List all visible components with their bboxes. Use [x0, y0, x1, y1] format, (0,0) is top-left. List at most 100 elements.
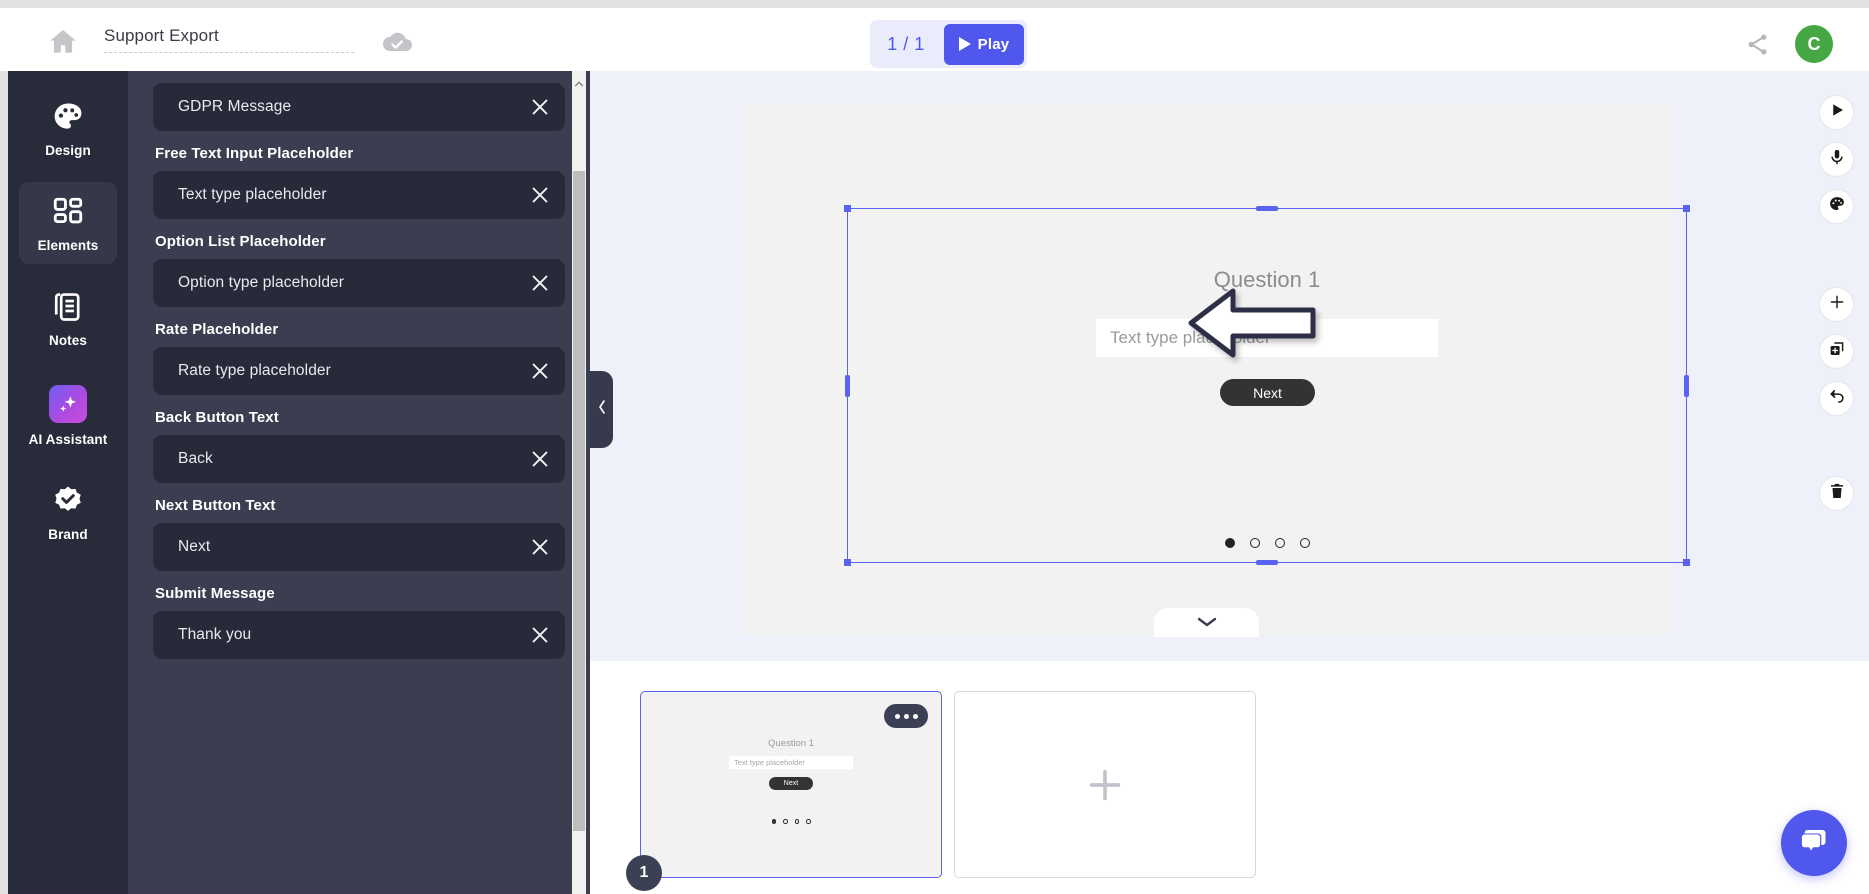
pagination-dot[interactable]: [1249, 538, 1260, 548]
answer-input[interactable]: Text type placeholder: [1096, 319, 1438, 357]
sidebar-item-elements[interactable]: Elements: [19, 182, 117, 264]
slide-tray: Question 1 Text type placeholder Next 1: [590, 661, 1869, 894]
field-label-option-list: Option List Placeholder: [155, 233, 326, 250]
sidebar-item-design[interactable]: Design: [19, 87, 117, 169]
next-button[interactable]: Next: [1220, 379, 1315, 406]
add-element-button[interactable]: [1819, 287, 1854, 322]
play-controls: 1 / 1 Play: [870, 20, 1027, 68]
field-rate-placeholder[interactable]: Rate type placeholder: [153, 347, 565, 395]
resize-handle-bottom-left[interactable]: [844, 559, 851, 566]
field-value: Back: [178, 450, 213, 467]
chat-support-button[interactable]: [1781, 810, 1847, 876]
collapse-tray-button[interactable]: [1154, 608, 1259, 637]
resize-handle-bottom-right[interactable]: [1683, 559, 1690, 566]
grid-icon: [51, 195, 85, 229]
field-value: Thank you: [178, 626, 252, 643]
slide-number: 1: [639, 864, 649, 881]
thumb-dot: [794, 819, 799, 824]
canvas-toolbar: [1819, 95, 1854, 511]
notes-icon: [51, 290, 85, 324]
slide-thumbnail[interactable]: Question 1 Text type placeholder Next 1: [626, 691, 942, 891]
cloud-check-icon: [375, 30, 415, 56]
pagination-dot[interactable]: [1299, 538, 1310, 548]
field-back-button-text[interactable]: Back: [153, 435, 565, 483]
thumb-next-label: Next: [783, 780, 799, 787]
sidebar-item-notes[interactable]: Notes: [19, 277, 117, 359]
project-title: Support Export: [104, 26, 219, 45]
slide-number-badge: 1: [626, 855, 662, 891]
field-value: Text type placeholder: [178, 186, 327, 203]
avatar[interactable]: C: [1795, 25, 1833, 63]
avatar-initial: C: [1807, 33, 1821, 54]
field-value: Option type placeholder: [178, 274, 345, 291]
resize-handle-left[interactable]: [845, 374, 850, 397]
collapse-panel-button[interactable]: [590, 371, 613, 448]
field-label-submit-message: Submit Message: [155, 585, 275, 602]
field-free-text-placeholder[interactable]: Text type placeholder: [153, 171, 565, 219]
field-submit-message[interactable]: Thank you: [153, 611, 565, 659]
field-value: Rate type placeholder: [178, 362, 331, 379]
resize-handle-top[interactable]: [1256, 206, 1278, 211]
thumb-next-button: Next: [769, 777, 813, 790]
question-title: Question 1: [1213, 267, 1321, 292]
field-option-list-placeholder[interactable]: Option type placeholder: [153, 259, 565, 307]
pagination-dot[interactable]: [1224, 538, 1235, 548]
sidebar-item-label: Elements: [37, 238, 99, 253]
close-icon[interactable]: [529, 624, 551, 646]
play-icon: [958, 37, 971, 51]
top-bar: Support Export 1 / 1 Play C: [0, 8, 1869, 71]
page-indicator: 1 / 1: [887, 33, 925, 54]
app-root: Support Export 1 / 1 Play C Design Eleme…: [0, 0, 1869, 894]
close-icon[interactable]: [529, 536, 551, 558]
properties-panel: GDPR Message Free Text Input Placeholder…: [128, 71, 590, 894]
record-voice-button[interactable]: [1819, 142, 1854, 177]
preview-button[interactable]: [1819, 95, 1854, 130]
field-label-next-button: Next Button Text: [155, 497, 276, 514]
canvas-stage: Question 1 Text type placeholder Next: [590, 71, 1869, 661]
sidebar-item-ai-assistant[interactable]: AI Assistant: [19, 372, 117, 458]
duplicate-button[interactable]: [1819, 334, 1854, 369]
play-button[interactable]: Play: [944, 23, 1024, 65]
selection-box[interactable]: Question 1 Text type placeholder Next: [844, 205, 1690, 566]
badge-check-icon: [51, 484, 85, 518]
delete-button[interactable]: [1819, 476, 1854, 511]
pagination-dot[interactable]: [1274, 538, 1285, 548]
theme-button[interactable]: [1819, 189, 1854, 224]
undo-button[interactable]: [1819, 381, 1854, 416]
slide-canvas[interactable]: Question 1 Text type placeholder Next: [740, 104, 1690, 637]
close-icon[interactable]: [529, 360, 551, 382]
sidebar-item-label: Notes: [48, 333, 87, 348]
chevron-left-icon: [596, 399, 608, 420]
title-underline: [104, 52, 354, 53]
resize-handle-top-left[interactable]: [844, 205, 851, 212]
field-label-back-button: Back Button Text: [155, 409, 279, 426]
field-label-free-text: Free Text Input Placeholder: [155, 145, 354, 162]
sidebar-item-brand[interactable]: Brand: [19, 471, 117, 553]
share-icon[interactable]: [1745, 32, 1770, 57]
next-button-label: Next: [1253, 384, 1282, 401]
close-icon[interactable]: [529, 272, 551, 294]
chevron-up-icon[interactable]: [574, 76, 584, 87]
field-gdpr-message[interactable]: GDPR Message: [153, 83, 565, 131]
thumb-answer-placeholder: Text type placeholder: [734, 758, 805, 767]
more-options-icon: [912, 713, 918, 719]
field-label-rate: Rate Placeholder: [155, 321, 279, 338]
thumb-answer-input: Text type placeholder: [729, 756, 853, 769]
thumb-question-title: Question 1: [768, 738, 814, 749]
field-value: Next: [178, 538, 211, 555]
resize-handle-bottom[interactable]: [1256, 560, 1278, 565]
resize-handle-right[interactable]: [1684, 374, 1689, 397]
close-icon[interactable]: [529, 448, 551, 470]
project-title-field[interactable]: Support Export: [104, 26, 354, 53]
add-slide-button[interactable]: [954, 691, 1256, 878]
play-button-label: Play: [977, 35, 1010, 53]
close-icon[interactable]: [529, 184, 551, 206]
field-next-button-text[interactable]: Next: [153, 523, 565, 571]
home-icon[interactable]: [47, 26, 79, 54]
slide-options-button[interactable]: [884, 704, 928, 728]
resize-handle-top-right[interactable]: [1683, 205, 1690, 212]
panel-scrollbar[interactable]: [572, 71, 586, 894]
palette-icon: [51, 100, 85, 134]
scrollbar-thumb[interactable]: [573, 171, 585, 831]
close-icon[interactable]: [529, 96, 551, 118]
